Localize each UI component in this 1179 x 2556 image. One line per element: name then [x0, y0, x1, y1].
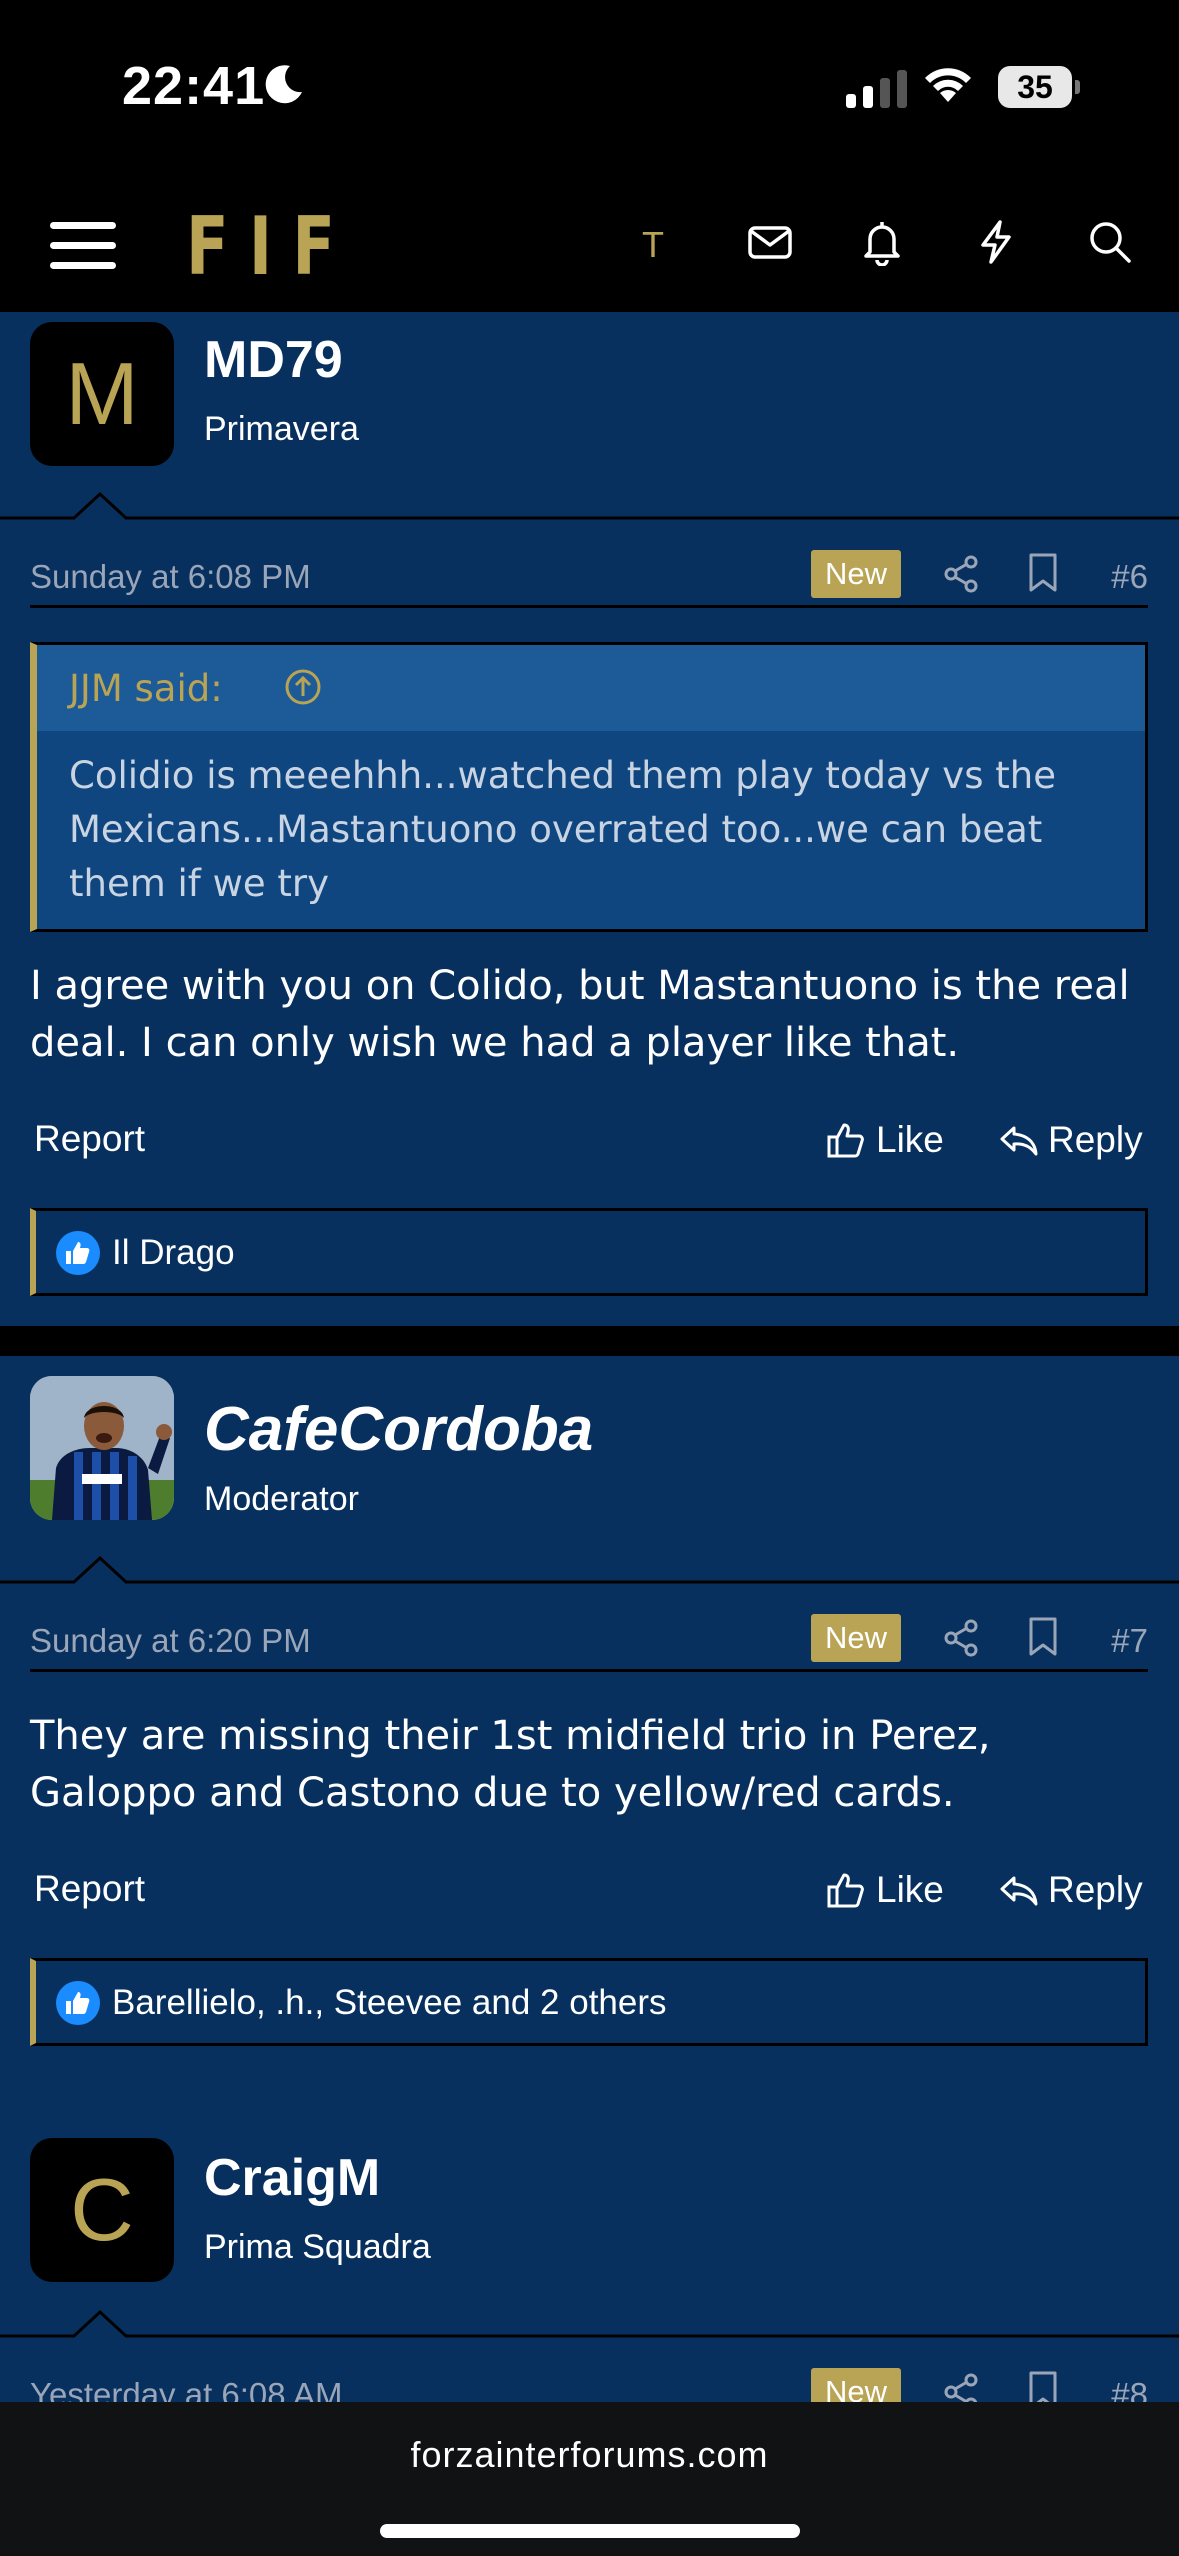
post-actions: Report Like Reply	[30, 1110, 1148, 1170]
post-message: I agree with you on Colido, but Mastantu…	[30, 963, 1130, 1066]
thumbs-up-icon	[827, 1123, 864, 1158]
avatar[interactable]	[30, 1376, 174, 1520]
user-initial-button[interactable]: T	[642, 224, 664, 266]
wifi-icon	[925, 68, 971, 102]
reply-button[interactable]: Reply	[998, 1860, 1143, 1920]
report-button[interactable]: Report	[34, 1118, 145, 1160]
home-indicator[interactable]	[380, 2524, 800, 2538]
thread-content: M MD79 Primavera Sunday at 6:08 PM New #…	[0, 312, 1179, 2402]
quote-block: JJM said: Colidio is meeehhh...watched t…	[30, 642, 1148, 932]
bookmark-icon[interactable]	[1026, 552, 1060, 594]
like-reaction-icon	[56, 1231, 100, 1275]
like-button[interactable]: Like	[826, 1110, 944, 1170]
quote-header[interactable]: JJM said:	[37, 645, 1145, 731]
site-logo[interactable]: FIF	[186, 200, 355, 293]
like-label: Like	[876, 1869, 944, 1910]
reply-icon	[1000, 1126, 1038, 1156]
search-icon[interactable]	[1086, 218, 1134, 266]
author-divider	[0, 1555, 1179, 1584]
post-number[interactable]: #6	[1111, 558, 1148, 596]
post-author: C CraigM Prima Squadra	[0, 2108, 1179, 2316]
battery-level: 35	[1017, 69, 1053, 105]
post-date[interactable]: Sunday at 6:20 PM	[30, 1622, 311, 1660]
post-actions: Report Like Reply	[30, 1860, 1148, 1920]
avatar[interactable]: M	[30, 322, 174, 466]
browser-bottom-bar: forzainterforums.com	[0, 2402, 1179, 2556]
reply-icon	[1000, 1876, 1038, 1906]
post-meta: Sunday at 6:20 PM New #7	[30, 1612, 1148, 1672]
reaction-users[interactable]: Barellielo, .h., Steevee and 2 others	[112, 1983, 667, 2023]
post-number[interactable]: #7	[1111, 1622, 1148, 1660]
status-time: 22:41	[122, 56, 266, 116]
player-photo	[30, 1376, 174, 1520]
user-title: Primavera	[204, 410, 359, 448]
post: M MD79 Primavera Sunday at 6:08 PM New #…	[0, 312, 1179, 1326]
url-domain[interactable]: forzainterforums.com	[0, 2434, 1179, 2476]
username[interactable]: CraigM	[204, 2148, 380, 2208]
post-number[interactable]: #8	[1111, 2376, 1148, 2402]
moon-icon	[265, 65, 302, 104]
quote-text: Colidio is meeehhh...watched them play t…	[69, 754, 1056, 905]
bookmark-icon[interactable]	[1026, 1616, 1060, 1658]
thumbs-up-icon	[827, 1873, 864, 1908]
share-icon[interactable]	[942, 1618, 980, 1658]
new-badge: New	[811, 1614, 901, 1662]
like-label: Like	[876, 1119, 944, 1160]
post-date[interactable]: Sunday at 6:08 PM	[30, 558, 311, 596]
post-message: They are missing their 1st midfield trio…	[30, 1713, 991, 1816]
post: CafeCordoba Moderator Sunday at 6:20 PM …	[0, 1356, 1179, 2116]
bell-icon[interactable]	[858, 218, 906, 266]
report-button[interactable]: Report	[34, 1868, 145, 1910]
lightning-icon[interactable]	[972, 218, 1020, 266]
battery-icon: 35	[998, 66, 1080, 108]
username[interactable]: MD79	[204, 330, 343, 390]
reply-label: Reply	[1048, 1119, 1143, 1160]
avatar[interactable]: C	[30, 2138, 174, 2282]
post: C CraigM Prima Squadra Yesterday at 6:08…	[0, 2108, 1179, 2402]
signal-icon	[846, 68, 907, 108]
username[interactable]: CafeCordoba	[204, 1394, 593, 1465]
post-meta: Sunday at 6:08 PM New #6	[30, 548, 1148, 608]
new-badge: New	[811, 550, 901, 598]
app-header: FIF T	[0, 180, 1179, 312]
reactions-bar[interactable]: Barellielo, .h., Steevee and 2 others	[30, 1958, 1148, 2046]
reply-label: Reply	[1048, 1869, 1143, 1910]
user-title: Prima Squadra	[204, 2228, 431, 2266]
mail-icon[interactable]	[746, 218, 794, 266]
post-author: M MD79 Primavera	[0, 312, 1179, 520]
post-author: CafeCordoba Moderator	[0, 1356, 1179, 1564]
share-icon[interactable]	[942, 2372, 980, 2402]
share-icon[interactable]	[942, 554, 980, 594]
quote-author[interactable]: JJM said:	[69, 667, 223, 710]
new-badge: New	[811, 2368, 901, 2402]
arrow-up-circle-icon[interactable]	[283, 667, 323, 707]
reaction-users[interactable]: Il Drago	[112, 1233, 235, 1273]
like-reaction-icon	[56, 1981, 100, 2025]
author-divider	[0, 491, 1179, 520]
post-date[interactable]: Yesterday at 6:08 AM	[30, 2376, 343, 2402]
reactions-bar[interactable]: Il Drago	[30, 1208, 1148, 1296]
bookmark-icon[interactable]	[1026, 2370, 1060, 2402]
menu-icon[interactable]	[50, 220, 116, 272]
post-meta: Yesterday at 6:08 AM New #8	[30, 2366, 1148, 2402]
reply-button[interactable]: Reply	[998, 1110, 1143, 1170]
status-bar: 22:41 35	[0, 0, 1179, 180]
like-button[interactable]: Like	[826, 1860, 944, 1920]
author-divider	[0, 2309, 1179, 2338]
user-title: Moderator	[204, 1480, 359, 1518]
